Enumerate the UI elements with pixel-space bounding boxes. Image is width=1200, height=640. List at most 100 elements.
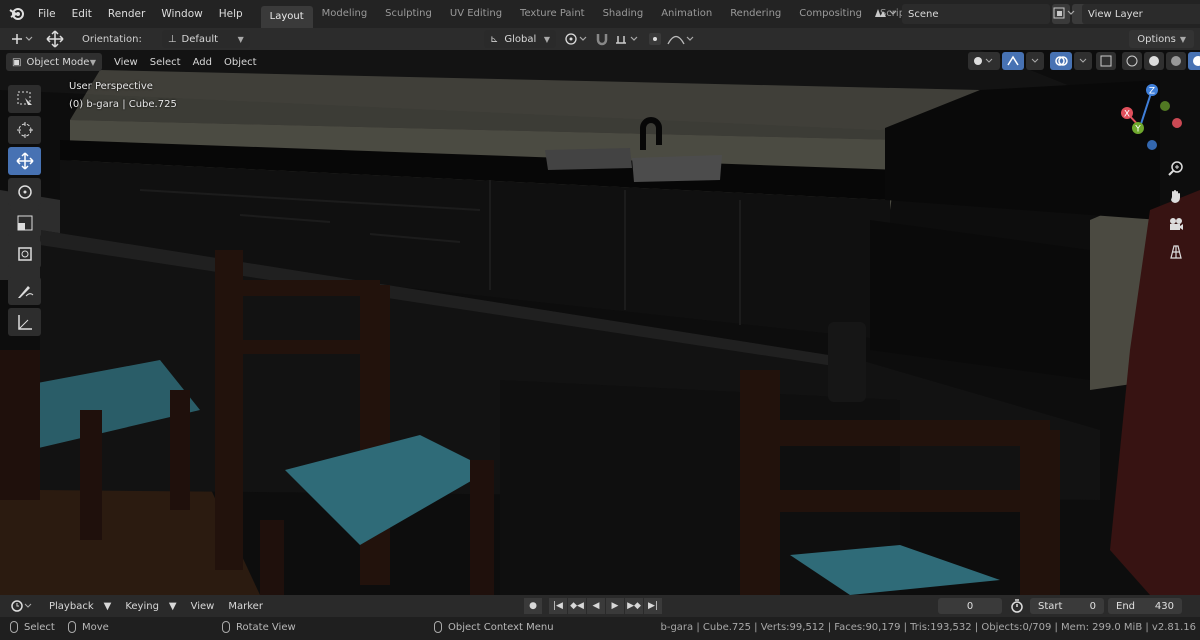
tab-animation[interactable]: Animation <box>652 4 721 24</box>
viewport-header: ▣ Object Mode ▼ View Select Add Object <box>6 53 263 71</box>
move-gizmo-icon[interactable] <box>44 30 66 48</box>
status-rotate-hint: Rotate View <box>222 621 296 633</box>
view-layer-name-field[interactable]: View Layer <box>1082 4 1200 24</box>
transform-orientation-dropdown[interactable]: ⊾ Global ▼ <box>484 30 556 48</box>
timeline-menu: Playback ▼ Keying ▼ View Marker <box>42 601 270 612</box>
options-dropdown[interactable]: Options ▼ <box>1129 30 1194 48</box>
falloff-curve-icon[interactable] <box>666 31 696 50</box>
navigation-gizmo[interactable]: Z X Y <box>1112 80 1192 160</box>
snap-target-icon[interactable] <box>614 31 642 50</box>
current-frame-field[interactable]: 0 <box>938 598 1002 614</box>
gizmo-neg-z[interactable] <box>1147 140 1157 150</box>
menu-edit[interactable]: Edit <box>64 0 100 28</box>
timeline-menu-view[interactable]: View <box>184 601 222 612</box>
camera-view-icon[interactable] <box>1164 212 1188 236</box>
jump-end-icon[interactable]: ▶| <box>644 598 662 614</box>
xray-toggle-icon[interactable] <box>1096 52 1116 70</box>
play-icon[interactable]: ▶ <box>606 598 624 614</box>
view-layer-icon[interactable] <box>1052 5 1078 24</box>
navigation-buttons <box>1164 156 1190 268</box>
status-context-hint: Object Context Menu <box>434 621 554 633</box>
scene-dim <box>0 50 1200 595</box>
cursor-tool[interactable] <box>8 116 41 144</box>
shading-rendered-icon[interactable] <box>1188 52 1200 70</box>
tab-sculpting[interactable]: Sculpting <box>376 4 441 24</box>
snap-icon[interactable] <box>594 31 610 50</box>
transform-icon <box>17 247 32 261</box>
perspective-grid-icon[interactable] <box>1164 240 1188 264</box>
mode-dropdown[interactable]: ▣ Object Mode ▼ <box>6 53 102 71</box>
next-keyframe-icon[interactable]: ▶◆ <box>625 598 643 614</box>
gizmo-neg-y[interactable] <box>1160 101 1170 111</box>
record-icon[interactable]: ● <box>524 598 542 614</box>
editor-type-icon[interactable] <box>10 599 34 613</box>
status-select-hint: Select <box>10 621 55 633</box>
scene-name-field[interactable]: Scene <box>902 4 1050 24</box>
shading-material-icon[interactable] <box>1166 52 1186 70</box>
scene-icon[interactable] <box>872 5 898 24</box>
visibility-icon[interactable] <box>968 52 1000 70</box>
stopwatch-icon[interactable] <box>1010 598 1024 617</box>
transform-space-value: Global <box>504 33 537 45</box>
measure-tool[interactable] <box>8 308 41 336</box>
viewport-menu-add[interactable]: Add <box>187 57 218 68</box>
gizmo-x-label: X <box>1124 110 1130 120</box>
tab-layout[interactable]: Layout <box>260 6 313 28</box>
rotate-tool[interactable] <box>8 178 41 206</box>
orientation-axes-icon: ⊥ <box>167 33 177 45</box>
3d-viewport[interactable]: ▣ Object Mode ▼ View Select Add Object U… <box>0 50 1200 595</box>
viewport-menu-select[interactable]: Select <box>144 57 187 68</box>
shading-solid-icon[interactable] <box>1144 52 1164 70</box>
scale-tool[interactable] <box>8 209 41 237</box>
top-bar: File Edit Render Window Help Layout Mode… <box>0 0 1200 28</box>
menu-window[interactable]: Window <box>153 0 210 28</box>
end-frame-field[interactable]: End 430 <box>1108 598 1182 614</box>
shading-wireframe-icon[interactable] <box>1122 52 1142 70</box>
select-box-tool[interactable] <box>8 85 41 113</box>
tab-rendering[interactable]: Rendering <box>721 4 790 24</box>
pan-hand-icon[interactable] <box>1164 184 1188 208</box>
orientation-label: Orientation: <box>82 33 142 45</box>
status-select-label: Select <box>24 621 55 633</box>
scene-render[interactable] <box>0 50 1200 595</box>
zoom-icon[interactable] <box>1164 156 1188 180</box>
prev-keyframe-icon[interactable]: ◆◀ <box>568 598 586 614</box>
start-value: 0 <box>1089 600 1096 612</box>
rotate-icon <box>17 185 32 199</box>
jump-start-icon[interactable]: |◀ <box>549 598 567 614</box>
select-box-icon <box>17 91 32 105</box>
move-tool[interactable] <box>8 147 41 175</box>
menu-render[interactable]: Render <box>100 0 153 28</box>
start-frame-field[interactable]: Start 0 <box>1030 598 1104 614</box>
scale-icon <box>17 215 32 231</box>
gizmo-neg-x[interactable] <box>1172 118 1182 128</box>
transform-tool[interactable] <box>8 240 41 268</box>
viewport-menu: View Select Add Object <box>108 57 263 68</box>
transform-tool-icon[interactable] <box>10 32 34 46</box>
timeline-menu-playback[interactable]: Playback <box>42 601 101 612</box>
tab-shading[interactable]: Shading <box>594 4 653 24</box>
timeline-menu-marker[interactable]: Marker <box>221 601 270 612</box>
overlays-toggle-icon[interactable] <box>1050 52 1072 70</box>
viewport-menu-object[interactable]: Object <box>218 57 263 68</box>
proportional-edit-icon[interactable] <box>648 32 662 49</box>
overlays-dropdown-icon[interactable] <box>1074 52 1092 70</box>
gizmo-toggle-icon[interactable] <box>1002 52 1024 70</box>
menu-help[interactable]: Help <box>211 0 251 28</box>
global-axes-icon: ⊾ <box>490 33 499 45</box>
orientation-dropdown[interactable]: ⊥ Default ▼ <box>161 30 250 48</box>
annotate-tool[interactable] <box>8 277 41 305</box>
tab-compositing[interactable]: Compositing <box>790 4 871 24</box>
play-reverse-icon[interactable]: ◀ <box>587 598 605 614</box>
status-move-hint: Move <box>68 621 109 633</box>
tab-modeling[interactable]: Modeling <box>313 4 377 24</box>
menu-file[interactable]: File <box>30 0 64 28</box>
blender-logo-icon[interactable] <box>6 3 28 25</box>
tab-texture-paint[interactable]: Texture Paint <box>511 4 594 24</box>
cursor-icon <box>16 122 33 138</box>
pivot-point-icon[interactable] <box>564 31 590 50</box>
gizmo-dropdown-icon[interactable] <box>1026 52 1044 70</box>
viewport-menu-view[interactable]: View <box>108 57 144 68</box>
timeline-menu-keying[interactable]: Keying <box>118 601 166 612</box>
tab-uv-editing[interactable]: UV Editing <box>441 4 511 24</box>
